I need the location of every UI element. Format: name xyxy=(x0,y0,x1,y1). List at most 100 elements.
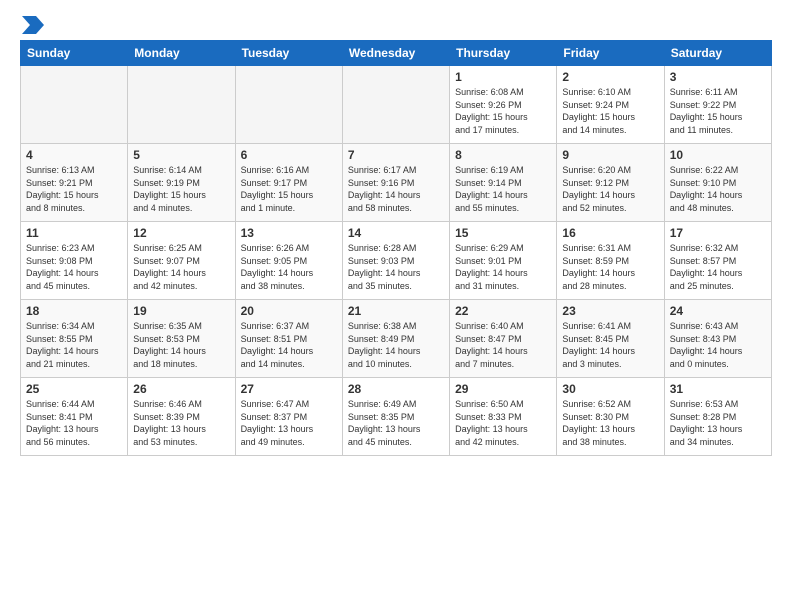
week-row-2: 4Sunrise: 6:13 AM Sunset: 9:21 PM Daylig… xyxy=(21,144,772,222)
day-number: 29 xyxy=(455,382,551,396)
day-cell: 17 Sunrise: 6:32 AM Sunset: 8:57 PM Dayli… xyxy=(664,222,771,300)
day-number: 5 xyxy=(133,148,229,162)
day-header-sunday: Sunday xyxy=(21,41,128,66)
day-info: Sunrise: 6:41 AM Sunset: 8:45 PM Dayligh… xyxy=(562,320,658,370)
day-info: Sunrise: 6:47 AM Sunset: 8:37 PM Dayligh… xyxy=(241,398,337,448)
day-number: 31 xyxy=(670,382,766,396)
day-info: Sunrise: 6:35 AM Sunset: 8:53 PM Dayligh… xyxy=(133,320,229,370)
day-info: Sunrise: 6:17 AM Sunset: 9:16 PM Dayligh… xyxy=(348,164,444,214)
day-info: Sunrise: 6:53 AM Sunset: 8:28 PM Dayligh… xyxy=(670,398,766,448)
day-number: 21 xyxy=(348,304,444,318)
week-row-5: 25Sunrise: 6:44 AM Sunset: 8:41 PM Dayli… xyxy=(21,378,772,456)
day-cell: 15 Sunrise: 6:29 AM Sunset: 9:01 PM Dayli… xyxy=(450,222,557,300)
day-cell xyxy=(235,66,342,144)
day-info: Sunrise: 6:29 AM Sunset: 9:01 PM Dayligh… xyxy=(455,242,551,292)
day-info: Sunrise: 6:38 AM Sunset: 8:49 PM Dayligh… xyxy=(348,320,444,370)
day-cell: 22 Sunrise: 6:40 AM Sunset: 8:47 PM Dayli… xyxy=(450,300,557,378)
day-cell: 5 Sunrise: 6:14 AM Sunset: 9:19 PM Daylig… xyxy=(128,144,235,222)
day-number: 2 xyxy=(562,70,658,84)
day-cell: 1 Sunrise: 6:08 AM Sunset: 9:26 PM Daylig… xyxy=(450,66,557,144)
day-info: Sunrise: 6:46 AM Sunset: 8:39 PM Dayligh… xyxy=(133,398,229,448)
day-cell: 3Sunrise: 6:11 AM Sunset: 9:22 PM Daylig… xyxy=(664,66,771,144)
day-number: 22 xyxy=(455,304,551,318)
day-cell: 11 Sunrise: 6:23 AM Sunset: 9:08 PM Dayli… xyxy=(21,222,128,300)
day-cell: 27 Sunrise: 6:47 AM Sunset: 8:37 PM Dayli… xyxy=(235,378,342,456)
day-number: 14 xyxy=(348,226,444,240)
day-info: Sunrise: 6:44 AM Sunset: 8:41 PM Dayligh… xyxy=(26,398,122,448)
day-cell: 8 Sunrise: 6:19 AM Sunset: 9:14 PM Daylig… xyxy=(450,144,557,222)
day-cell: 12 Sunrise: 6:25 AM Sunset: 9:07 PM Dayli… xyxy=(128,222,235,300)
day-info: Sunrise: 6:40 AM Sunset: 8:47 PM Dayligh… xyxy=(455,320,551,370)
day-info: Sunrise: 6:11 AM Sunset: 9:22 PM Dayligh… xyxy=(670,86,766,136)
day-info: Sunrise: 6:10 AM Sunset: 9:24 PM Dayligh… xyxy=(562,86,658,136)
day-info: Sunrise: 6:22 AM Sunset: 9:10 PM Dayligh… xyxy=(670,164,766,214)
day-cell: 4Sunrise: 6:13 AM Sunset: 9:21 PM Daylig… xyxy=(21,144,128,222)
week-row-4: 18 Sunrise: 6:34 AM Sunset: 8:55 PM Dayli… xyxy=(21,300,772,378)
day-header-thursday: Thursday xyxy=(450,41,557,66)
day-cell: 31 Sunrise: 6:53 AM Sunset: 8:28 PM Dayli… xyxy=(664,378,771,456)
day-number: 19 xyxy=(133,304,229,318)
day-cell: 23 Sunrise: 6:41 AM Sunset: 8:45 PM Dayli… xyxy=(557,300,664,378)
day-cell xyxy=(21,66,128,144)
day-info: Sunrise: 6:19 AM Sunset: 9:14 PM Dayligh… xyxy=(455,164,551,214)
day-info: Sunrise: 6:52 AM Sunset: 8:30 PM Dayligh… xyxy=(562,398,658,448)
day-number: 24 xyxy=(670,304,766,318)
day-cell: 21 Sunrise: 6:38 AM Sunset: 8:49 PM Dayli… xyxy=(342,300,449,378)
day-cell xyxy=(342,66,449,144)
day-number: 16 xyxy=(562,226,658,240)
week-row-3: 11 Sunrise: 6:23 AM Sunset: 9:08 PM Dayli… xyxy=(21,222,772,300)
day-cell: 20Sunrise: 6:37 AM Sunset: 8:51 PM Dayli… xyxy=(235,300,342,378)
day-number: 12 xyxy=(133,226,229,240)
day-number: 13 xyxy=(241,226,337,240)
day-info: Sunrise: 6:16 AM Sunset: 9:17 PM Dayligh… xyxy=(241,164,337,214)
day-cell: 14 Sunrise: 6:28 AM Sunset: 9:03 PM Dayli… xyxy=(342,222,449,300)
day-info: Sunrise: 6:25 AM Sunset: 9:07 PM Dayligh… xyxy=(133,242,229,292)
logo-arrow-icon xyxy=(22,16,44,34)
day-number: 11 xyxy=(26,226,122,240)
day-info: Sunrise: 6:08 AM Sunset: 9:26 PM Dayligh… xyxy=(455,86,551,136)
day-info: Sunrise: 6:43 AM Sunset: 8:43 PM Dayligh… xyxy=(670,320,766,370)
day-number: 10 xyxy=(670,148,766,162)
header-row: SundayMondayTuesdayWednesdayThursdayFrid… xyxy=(21,41,772,66)
day-info: Sunrise: 6:20 AM Sunset: 9:12 PM Dayligh… xyxy=(562,164,658,214)
day-info: Sunrise: 6:31 AM Sunset: 8:59 PM Dayligh… xyxy=(562,242,658,292)
calendar-table: SundayMondayTuesdayWednesdayThursdayFrid… xyxy=(20,40,772,456)
day-info: Sunrise: 6:28 AM Sunset: 9:03 PM Dayligh… xyxy=(348,242,444,292)
day-number: 27 xyxy=(241,382,337,396)
day-cell: 29Sunrise: 6:50 AM Sunset: 8:33 PM Dayli… xyxy=(450,378,557,456)
day-header-saturday: Saturday xyxy=(664,41,771,66)
day-number: 17 xyxy=(670,226,766,240)
day-number: 18 xyxy=(26,304,122,318)
day-cell: 28Sunrise: 6:49 AM Sunset: 8:35 PM Dayli… xyxy=(342,378,449,456)
day-cell: 26 Sunrise: 6:46 AM Sunset: 8:39 PM Dayli… xyxy=(128,378,235,456)
day-cell: 10 Sunrise: 6:22 AM Sunset: 9:10 PM Dayli… xyxy=(664,144,771,222)
day-number: 26 xyxy=(133,382,229,396)
day-cell: 9Sunrise: 6:20 AM Sunset: 9:12 PM Daylig… xyxy=(557,144,664,222)
day-header-friday: Friday xyxy=(557,41,664,66)
day-cell: 19 Sunrise: 6:35 AM Sunset: 8:53 PM Dayli… xyxy=(128,300,235,378)
day-info: Sunrise: 6:32 AM Sunset: 8:57 PM Dayligh… xyxy=(670,242,766,292)
week-row-1: 1 Sunrise: 6:08 AM Sunset: 9:26 PM Daylig… xyxy=(21,66,772,144)
calendar-page: SundayMondayTuesdayWednesdayThursdayFrid… xyxy=(0,0,792,612)
day-info: Sunrise: 6:23 AM Sunset: 9:08 PM Dayligh… xyxy=(26,242,122,292)
day-cell: 30Sunrise: 6:52 AM Sunset: 8:30 PM Dayli… xyxy=(557,378,664,456)
day-cell: 2 Sunrise: 6:10 AM Sunset: 9:24 PM Daylig… xyxy=(557,66,664,144)
day-info: Sunrise: 6:37 AM Sunset: 8:51 PM Dayligh… xyxy=(241,320,337,370)
day-number: 8 xyxy=(455,148,551,162)
day-number: 15 xyxy=(455,226,551,240)
day-number: 4 xyxy=(26,148,122,162)
header xyxy=(20,16,772,30)
day-header-wednesday: Wednesday xyxy=(342,41,449,66)
day-cell: 16 Sunrise: 6:31 AM Sunset: 8:59 PM Dayli… xyxy=(557,222,664,300)
day-number: 23 xyxy=(562,304,658,318)
day-number: 6 xyxy=(241,148,337,162)
day-number: 1 xyxy=(455,70,551,84)
day-cell xyxy=(128,66,235,144)
day-number: 28 xyxy=(348,382,444,396)
day-info: Sunrise: 6:34 AM Sunset: 8:55 PM Dayligh… xyxy=(26,320,122,370)
day-cell: 7 Sunrise: 6:17 AM Sunset: 9:16 PM Daylig… xyxy=(342,144,449,222)
day-cell: 24 Sunrise: 6:43 AM Sunset: 8:43 PM Dayli… xyxy=(664,300,771,378)
day-info: Sunrise: 6:14 AM Sunset: 9:19 PM Dayligh… xyxy=(133,164,229,214)
day-cell: 6 Sunrise: 6:16 AM Sunset: 9:17 PM Daylig… xyxy=(235,144,342,222)
day-number: 7 xyxy=(348,148,444,162)
